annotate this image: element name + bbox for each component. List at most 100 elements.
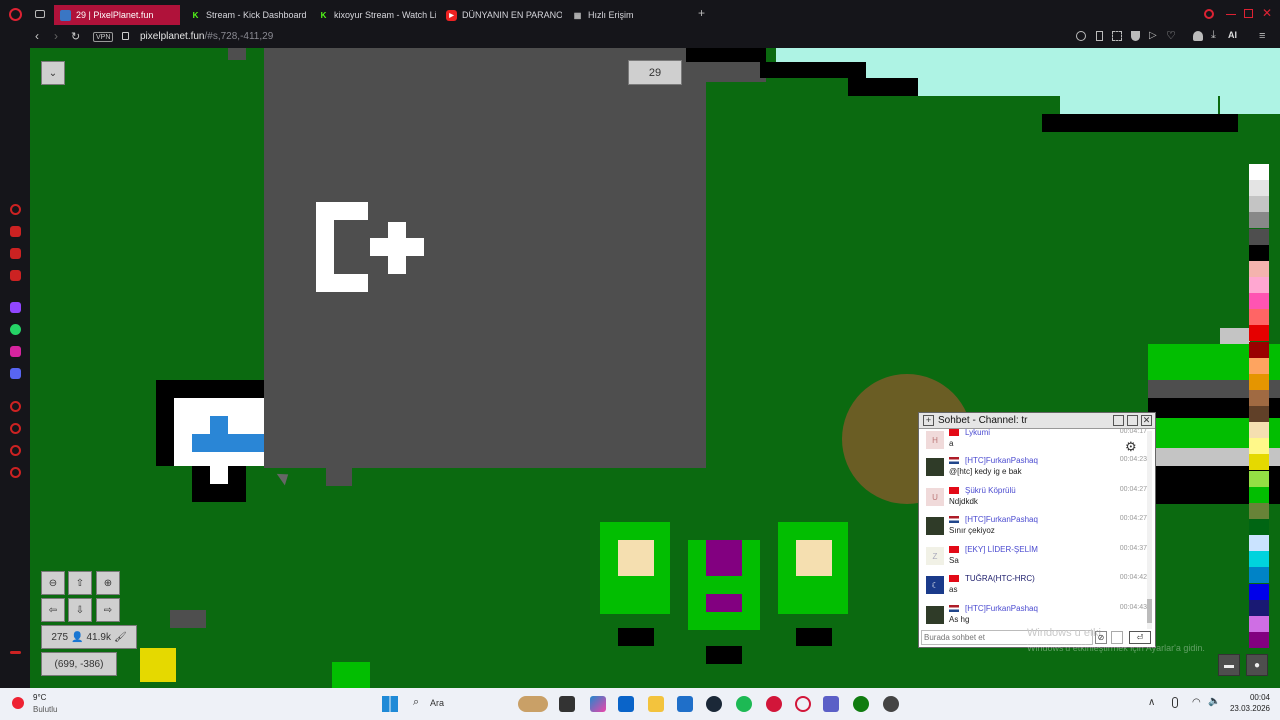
- palette-swatch[interactable]: [1249, 406, 1269, 423]
- close-window-button[interactable]: ✕: [1262, 6, 1272, 20]
- workspaces-icon[interactable]: [35, 10, 45, 18]
- chat-username[interactable]: [HTC]FurkanPashaq: [965, 456, 1038, 465]
- palette-swatch[interactable]: [1249, 196, 1269, 213]
- opera-icon[interactable]: [795, 696, 811, 712]
- palette-swatch[interactable]: [1249, 631, 1269, 648]
- wifi-icon[interactable]: ◠: [1192, 697, 1201, 708]
- chat-username[interactable]: [EKY] LİDER-ŞELİM: [965, 545, 1038, 554]
- back-button[interactable]: ‹: [35, 29, 39, 43]
- chat-username[interactable]: [HTC]FurkanPashaq: [965, 515, 1038, 524]
- teams-icon[interactable]: [823, 696, 839, 712]
- palette-swatch[interactable]: [1249, 422, 1269, 439]
- task-view-icon[interactable]: [559, 696, 575, 712]
- sidebar-menu-icon[interactable]: [10, 651, 21, 654]
- weather-widget[interactable]: 9°C Bulutlu: [10, 693, 80, 715]
- opera-logo-icon[interactable]: [9, 8, 22, 21]
- chat-toggle-button[interactable]: ▬: [1218, 654, 1240, 676]
- microphone-icon[interactable]: [1172, 697, 1178, 708]
- palette-swatch[interactable]: [1249, 244, 1269, 261]
- palette-swatch[interactable]: [1249, 470, 1269, 487]
- history-icon[interactable]: [10, 423, 21, 434]
- palette-swatch[interactable]: [1249, 180, 1269, 197]
- tab-kixoyur-stream[interactable]: K kixoyur Stream - Watch Li: [312, 5, 436, 25]
- snapshot-icon[interactable]: [1112, 31, 1122, 41]
- palette-swatch[interactable]: [1249, 486, 1269, 503]
- move-up-button[interactable]: ⇧: [68, 571, 92, 595]
- zoom-out-button[interactable]: ⊖: [41, 571, 65, 595]
- emoji-icon[interactable]: [1076, 31, 1086, 41]
- palette-toggle-button[interactable]: ●: [1246, 654, 1268, 676]
- palette-swatch[interactable]: [1249, 438, 1269, 455]
- whatsapp-icon[interactable]: [10, 324, 21, 335]
- search-tabs-icon[interactable]: [1204, 9, 1214, 19]
- messenger-icon[interactable]: [10, 248, 21, 259]
- spotify-icon[interactable]: [736, 696, 752, 712]
- reload-button[interactable]: ↻: [71, 30, 80, 43]
- taskbar-search[interactable]: ⌕ Ara: [408, 694, 548, 714]
- start-button[interactable]: [382, 696, 398, 712]
- maximize-button[interactable]: [1244, 9, 1253, 18]
- palette-swatch[interactable]: [1249, 357, 1269, 374]
- download-icon[interactable]: ⤓: [1211, 29, 1216, 42]
- palette-swatch[interactable]: [1249, 341, 1269, 358]
- chat-add-button[interactable]: +: [923, 415, 934, 426]
- tab-speed-dial[interactable]: ▦ Hızlı Erişim: [566, 5, 686, 25]
- outlook-icon[interactable]: [618, 696, 634, 712]
- profile-icon[interactable]: [1193, 31, 1203, 41]
- palette-swatch[interactable]: [1249, 583, 1269, 600]
- file-explorer-icon[interactable]: [648, 696, 664, 712]
- url-field[interactable]: pixelplanet.fun/#s,728,-411,29: [140, 31, 273, 42]
- palette-swatch[interactable]: [1249, 276, 1269, 293]
- pin-icon[interactable]: [1096, 31, 1103, 41]
- scrollbar-thumb[interactable]: [1147, 599, 1152, 623]
- heart-icon[interactable]: ♡: [1166, 29, 1176, 42]
- chat-username[interactable]: [HTC]FurkanPashaq: [965, 604, 1038, 613]
- move-down-button[interactable]: ⇩: [68, 598, 92, 622]
- chat-close-button[interactable]: ✕: [1141, 415, 1152, 426]
- chat-username[interactable]: Şükrü Köprülü: [965, 486, 1016, 495]
- shield-icon[interactable]: [1131, 31, 1140, 41]
- menu-icon[interactable]: ≡: [1259, 30, 1265, 42]
- move-left-button[interactable]: ⇦: [41, 598, 65, 622]
- opera-gx-icon[interactable]: [766, 696, 782, 712]
- tray-chevron-icon[interactable]: ∧: [1148, 697, 1155, 708]
- palette-swatch[interactable]: [1249, 260, 1269, 277]
- palette-swatch[interactable]: [1249, 615, 1269, 632]
- chat-scrollbar[interactable]: [1147, 431, 1152, 629]
- store-icon[interactable]: [677, 696, 693, 712]
- coordinates-display[interactable]: (699, -386): [41, 652, 117, 676]
- palette-swatch[interactable]: [1249, 567, 1269, 584]
- tab-pixelplanet[interactable]: 29 | PixelPlanet.fun: [54, 5, 180, 25]
- player-icon[interactable]: [10, 270, 21, 281]
- chat-maximize-button[interactable]: [1127, 415, 1138, 426]
- palette-swatch[interactable]: [1249, 293, 1269, 310]
- tab-kick-dashboard[interactable]: K Stream - Kick Dashboard: [184, 5, 308, 25]
- palette-swatch[interactable]: [1249, 389, 1269, 406]
- palette-swatch[interactable]: [1249, 228, 1269, 245]
- vpn-badge[interactable]: VPN: [93, 32, 114, 42]
- steam-icon[interactable]: [706, 696, 722, 712]
- palette-swatch[interactable]: [1249, 325, 1269, 342]
- palette-swatch[interactable]: [1249, 502, 1269, 519]
- palette-swatch[interactable]: [1249, 599, 1269, 616]
- palette-swatch[interactable]: [1249, 212, 1269, 229]
- tab-youtube[interactable]: ▶ DÜNYANIN EN PARANORM: [440, 5, 562, 25]
- palette-swatch[interactable]: [1249, 373, 1269, 390]
- minimize-button[interactable]: [1226, 14, 1236, 15]
- chat-username[interactable]: Lykumi: [965, 428, 990, 437]
- twitch-icon[interactable]: [10, 302, 21, 313]
- aria-icon[interactable]: [10, 204, 21, 215]
- forward-button[interactable]: ›: [54, 29, 58, 43]
- new-tab-button[interactable]: +: [696, 7, 707, 19]
- palette-swatch[interactable]: [1249, 551, 1269, 568]
- zoom-in-button[interactable]: ⊕: [96, 571, 120, 595]
- crypto-wallet-icon[interactable]: [10, 226, 21, 237]
- aria-ai-button[interactable]: AI: [1228, 30, 1237, 40]
- play-icon[interactable]: ▷: [1149, 30, 1157, 41]
- menu-toggle-button[interactable]: ⌄: [41, 61, 65, 85]
- palette-swatch[interactable]: [1249, 518, 1269, 535]
- palette-swatch[interactable]: [1249, 454, 1269, 471]
- instagram-icon[interactable]: [10, 346, 21, 357]
- app-icon[interactable]: [883, 696, 899, 712]
- clock[interactable]: 00:04 23.03.2026: [1218, 693, 1270, 713]
